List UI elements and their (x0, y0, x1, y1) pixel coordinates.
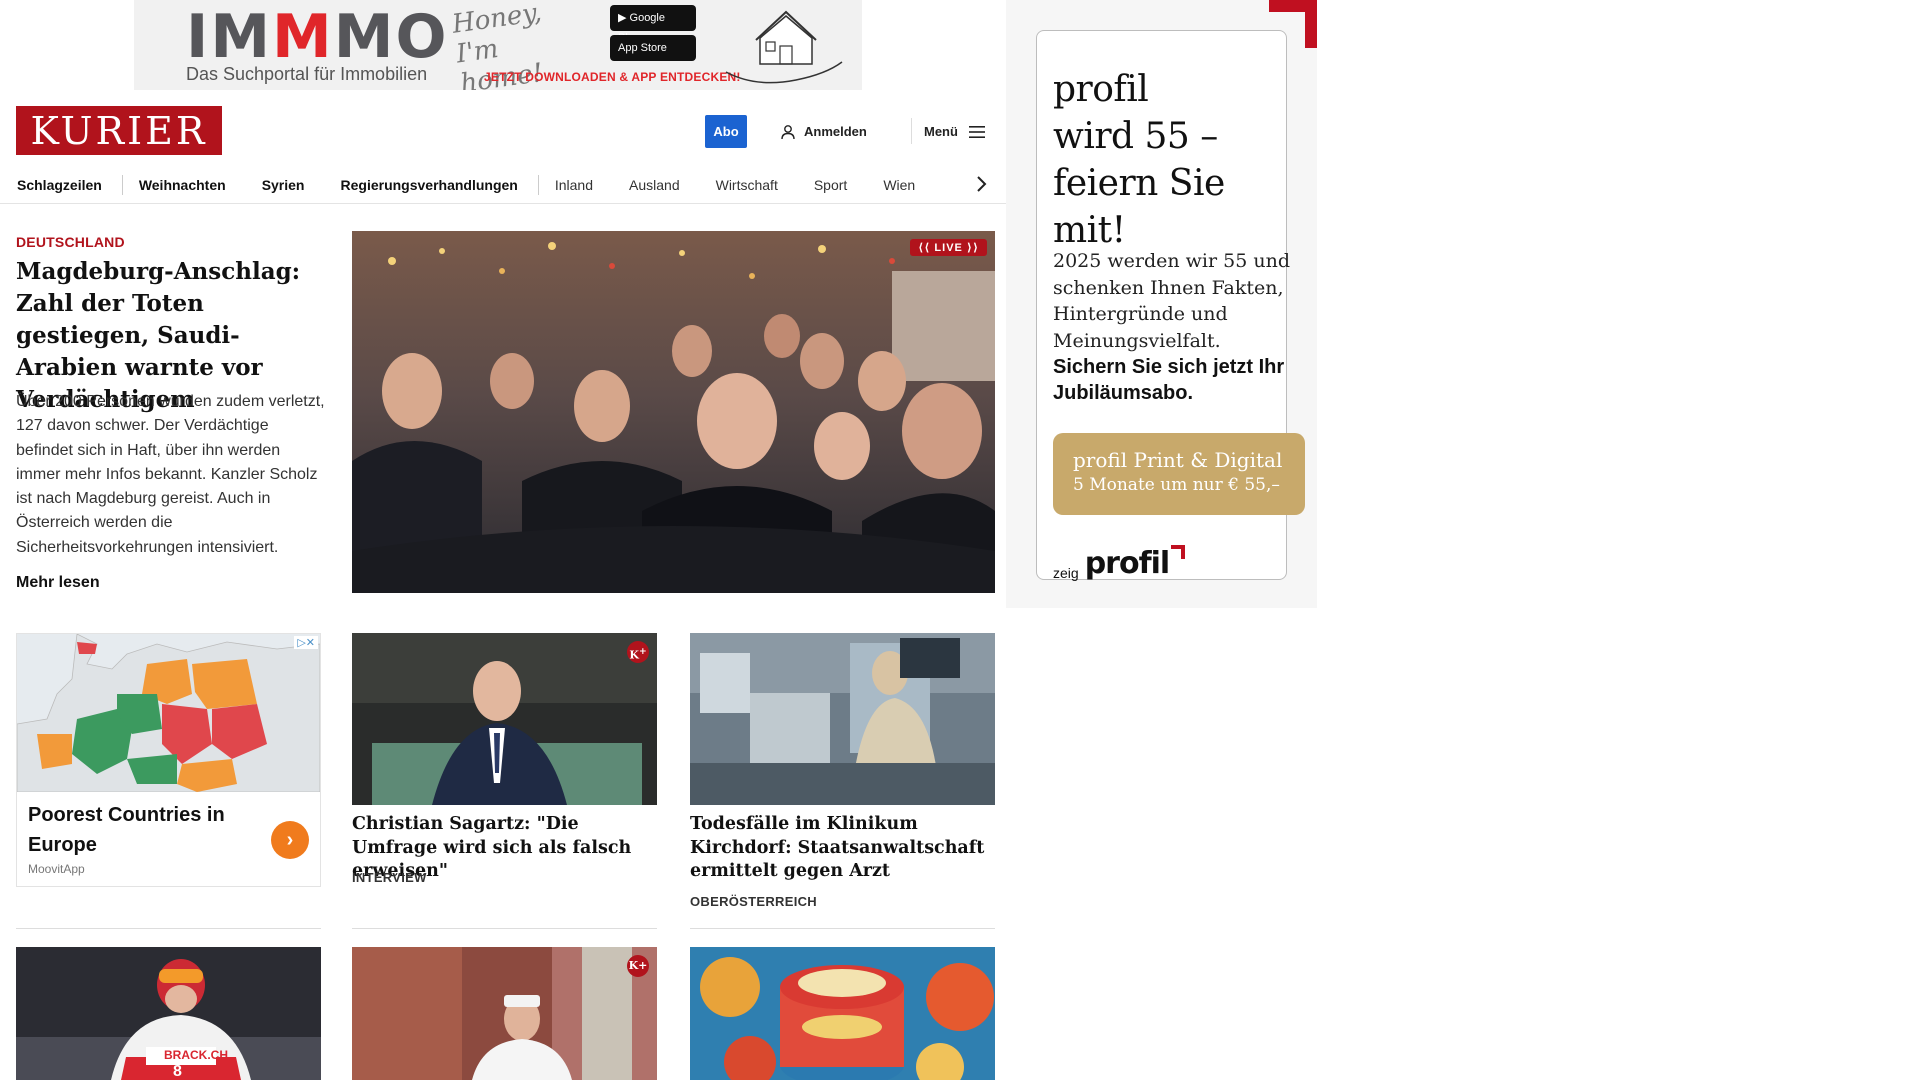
profil-offer-button[interactable]: profil Print & Digital 5 Monate um nur €… (1053, 433, 1305, 515)
abo-button[interactable]: Abo (705, 115, 747, 148)
menu-button[interactable]: Menü (924, 115, 986, 148)
login-label: Anmelden (804, 124, 867, 139)
chevron-right-icon[interactable] (974, 174, 988, 194)
immmo-tagline: Das Suchportal für Immobilien (186, 64, 428, 84)
premium-badge: K+ (627, 641, 649, 663)
app-store-badge[interactable]: App Store (610, 35, 696, 61)
profil-offer-title: profil Print & Digital (1073, 448, 1283, 472)
login-button[interactable]: Anmelden (780, 115, 867, 148)
immmo-logo: IMMMO (186, 2, 449, 72)
adchoices-icon[interactable]: ▷✕ (294, 636, 318, 649)
nav-divider (121, 174, 123, 195)
nav-divider (537, 174, 539, 195)
profil-headline-line-3: feiern Sie mit! (1053, 163, 1225, 251)
card-title-kirchdorf[interactable]: Todesfälle im Klinikum Kirchdorf: Staats… (690, 813, 995, 884)
nav-item-sport[interactable]: Sport (814, 177, 883, 193)
native-ad[interactable]: ▷✕ Poorest Countries in Europe MoovitApp… (16, 633, 321, 887)
card-image-ski[interactable]: BRACK.CH 8 (16, 947, 321, 1080)
kurier-logo[interactable]: KURIER (16, 106, 222, 155)
premium-badge: K+ (627, 955, 649, 977)
butcher-photo (352, 947, 657, 1080)
ski-sponsor: BRACK.CH (164, 1048, 228, 1062)
card-image-tin[interactable] (690, 947, 995, 1080)
lead-image[interactable]: ⟨⟨ LIVE ⟩⟩ (352, 231, 995, 593)
house-hand-icon (725, 10, 843, 84)
row-divider (690, 928, 995, 929)
ski-bib-number: 8 (173, 1063, 182, 1080)
user-icon (781, 124, 795, 139)
menu-label: Menü (924, 124, 958, 139)
profil-logo-mark (1171, 545, 1186, 559)
hamburger-icon (968, 125, 985, 138)
card-tag-kirchdorf[interactable]: OBERÖSTERREICH (690, 894, 817, 909)
profil-headline-line-2: wird 55 – (1053, 116, 1218, 157)
card-image-sagartz[interactable]: K+ (352, 633, 657, 805)
sagartz-photo (352, 633, 657, 805)
read-more-link[interactable]: Mehr lesen (16, 574, 100, 592)
profil-ad-body-bold: Sichern Sie sich jetzt Ihr Jubiläumsabo. (1053, 356, 1285, 404)
lead-photo (352, 231, 995, 593)
nav-item-inland[interactable]: Inland (555, 177, 629, 193)
profil-side-ad[interactable]: profil wird 55 – feiern Sie mit! 2025 we… (1006, 0, 1317, 608)
profil-ad-body: 2025 werden wir 55 und schenken Ihnen Fa… (1053, 250, 1290, 352)
card-tag-sagartz[interactable]: INTERVIEW (352, 870, 427, 885)
europe-map-image (17, 634, 320, 792)
arrow-right-icon[interactable]: › (271, 821, 309, 859)
immmo-cta: JETZT DOWNLOADEN & APP ENTDECKEN! (484, 70, 741, 84)
nav-item-schlagzeilen[interactable]: Schlagzeilen (17, 177, 138, 193)
google-play-badge[interactable]: ▶ Google Play (610, 5, 696, 44)
nav-item-syrien[interactable]: Syrien (262, 177, 341, 193)
row-divider (352, 928, 657, 929)
profil-brand-logo: profil (1084, 546, 1170, 581)
profil-headline-line-1: profil (1053, 69, 1149, 110)
live-badge: ⟨⟨ LIVE ⟩⟩ (910, 239, 987, 256)
section-nav: Schlagzeilen Weihnachten Syrien Regierun… (0, 166, 1006, 204)
profil-ad-headline: profil wird 55 – feiern Sie mit! (1053, 66, 1293, 254)
row-divider (16, 928, 321, 929)
card-image-kirchdorf[interactable] (690, 633, 995, 805)
profil-brand: zeig profil (1053, 545, 1186, 581)
tin-photo (690, 947, 995, 1080)
nav-item-weihnachten[interactable]: Weihnachten (139, 177, 262, 193)
lead-kicker[interactable]: DEUTSCHLAND (16, 234, 125, 250)
nav-item-wien[interactable]: Wien (883, 177, 951, 193)
icu-photo (690, 633, 995, 805)
profil-offer-price: 5 Monate um nur € 55,– (1073, 475, 1280, 495)
profil-brand-prefix: zeig (1053, 565, 1079, 581)
nav-item-ausland[interactable]: Ausland (629, 177, 716, 193)
native-ad-title[interactable]: Poorest Countries in Europe (28, 800, 258, 860)
header-divider (911, 118, 912, 144)
card-image-butcher[interactable]: K+ (352, 947, 657, 1080)
nav-item-regierungsverhandlungen[interactable]: Regierungsverhandlungen (341, 177, 554, 193)
nav-item-wirtschaft[interactable]: Wirtschaft (716, 177, 814, 193)
native-ad-source: MoovitApp (28, 862, 85, 876)
immmo-banner-ad[interactable]: IMMMO Das Suchportal für Immobilien Hone… (134, 0, 862, 90)
lead-teaser: Über 200 Personen wurden zudem verletzt,… (16, 393, 325, 556)
